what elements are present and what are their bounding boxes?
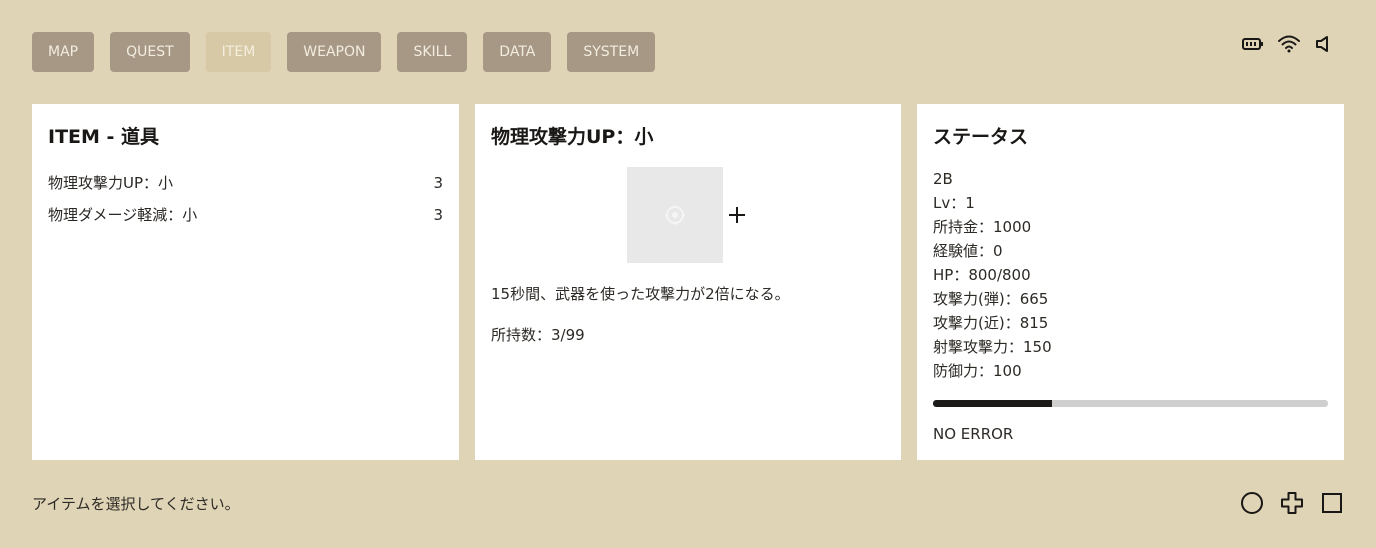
item-description: 15秒間、武器を使った攻撃力が2倍になる。	[491, 285, 790, 303]
item-image	[627, 167, 723, 263]
stat-attack-melee: 攻撃力(近)：815	[933, 314, 1049, 332]
stat-attack-bullet: 攻撃力(弾)：665	[933, 290, 1049, 308]
progress-bar-fill	[933, 400, 1052, 407]
item-owned-count: 所持数：3/99	[491, 326, 585, 344]
item-name: 物理ダメージ軽減：小	[48, 206, 198, 224]
tab-quest[interactable]: QUEST	[110, 32, 190, 72]
status-panel: ステータス 2B Lv：1 所持金：1000 経験値：0 HP：800/800 …	[917, 104, 1344, 460]
item-image-area	[491, 167, 885, 263]
stat-defense: 防御力：100	[933, 362, 1022, 380]
top-tab-bar: MAP QUEST ITEM WEAPON SKILL DATA SYSTEM	[32, 32, 656, 72]
list-item[interactable]: 物理ダメージ軽減：小 3	[48, 199, 443, 231]
stat-money: 所持金：1000	[933, 218, 1032, 236]
progress-bar	[933, 400, 1328, 407]
tab-map[interactable]: MAP	[32, 32, 95, 72]
list-item[interactable]: 物理攻撃力UP：小 3	[48, 167, 443, 199]
item-emblem-icon	[665, 205, 685, 225]
stat-name: 2B	[933, 170, 953, 188]
controller-buttons	[1240, 491, 1344, 515]
stat-exp: 経験値：0	[933, 242, 1003, 260]
item-name: 物理攻撃力UP：小	[48, 174, 174, 192]
item-count: 3	[433, 206, 443, 224]
wifi-icon	[1278, 34, 1300, 54]
item-panel-title: ITEM - 道具	[48, 126, 160, 148]
tab-item[interactable]: ITEM	[205, 32, 272, 72]
tab-skill[interactable]: SKILL	[397, 32, 468, 72]
circle-button-icon[interactable]	[1240, 491, 1264, 515]
item-detail-title: 物理攻撃力UP：小	[491, 126, 654, 148]
stat-level: Lv：1	[933, 194, 975, 212]
tab-system[interactable]: SYSTEM	[567, 32, 656, 72]
item-list-panel: ITEM - 道具 物理攻撃力UP：小 3 物理ダメージ軽減：小 3	[32, 104, 459, 460]
tab-weapon[interactable]: WEAPON	[287, 32, 382, 72]
footer-message: アイテムを選択してください。	[32, 495, 240, 513]
stat-hp: HP：800/800	[933, 266, 1031, 284]
error-status: NO ERROR	[933, 425, 1014, 443]
battery-icon	[1242, 34, 1264, 54]
status-icons	[1242, 34, 1336, 54]
item-count: 3	[433, 174, 443, 192]
item-detail-panel: 物理攻撃力UP：小 15秒間、武器を使った攻撃力が2倍になる。 所持数：3/99	[475, 104, 901, 460]
status-panel-title: ステータス	[933, 126, 1029, 148]
stat-shooting-attack: 射撃攻撃力：150	[933, 338, 1052, 356]
plus-icon	[725, 203, 749, 227]
dpad-icon[interactable]	[1280, 491, 1304, 515]
speaker-icon[interactable]	[1314, 34, 1336, 54]
tab-data[interactable]: DATA	[483, 32, 552, 72]
stat-list: 2B Lv：1 所持金：1000 経験値：0 HP：800/800 攻撃力(弾)…	[933, 167, 1328, 383]
square-button-icon[interactable]	[1320, 491, 1344, 515]
